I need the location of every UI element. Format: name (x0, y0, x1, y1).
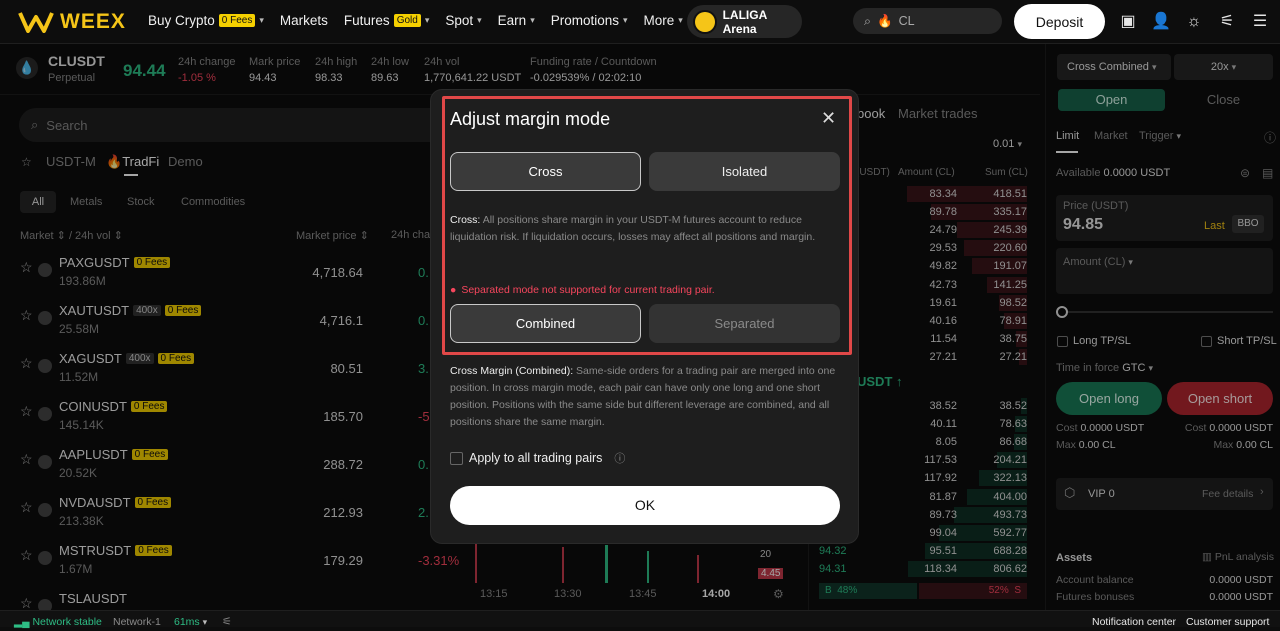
flame-icon: 🔥 (877, 13, 893, 28)
wallet-icon[interactable]: ▣ (1118, 12, 1138, 32)
chevron-down-icon: ▾ (259, 15, 264, 25)
adjust-margin-mode-dialog: Adjust margin mode ✕ Cross Isolated Cros… (430, 89, 859, 544)
signal-icon: ▂▄ (14, 616, 30, 628)
apply-all-checkbox[interactable]: Apply to all trading pairs ⓘ (450, 450, 625, 466)
info-icon[interactable]: ⓘ (614, 450, 625, 466)
nav-item-futures[interactable]: Futures Gold ▾ (344, 13, 429, 28)
position-separated-button[interactable]: Separated (649, 304, 840, 343)
status-bar: ▂▄ Network stable Network-1 61ms ▾ ⚟ Not… (0, 610, 1280, 628)
dialog-title: Adjust margin mode (450, 109, 611, 129)
deposit-button[interactable]: Deposit (1014, 4, 1105, 39)
network-status-text: Network stable (32, 616, 102, 628)
notification-center[interactable]: Notification center (1092, 616, 1176, 628)
nav-badge: Gold (393, 14, 421, 27)
search-icon: ⌕ (864, 13, 872, 28)
cross-description-label: Cross: (450, 214, 481, 226)
close-icon[interactable]: ✕ (821, 108, 836, 129)
combined-description: Cross Margin (Combined): Same-side order… (450, 363, 838, 431)
settings-sliders-icon[interactable]: ⚟ (1217, 12, 1237, 32)
nav-item-label: Earn (497, 13, 527, 28)
latency-value: 61ms (174, 616, 200, 628)
theme-sun-icon[interactable]: ☼ (1184, 12, 1204, 32)
combined-description-label: Cross Margin (Combined): (450, 365, 574, 377)
user-icon[interactable]: 👤 (1151, 12, 1171, 32)
checkbox-icon (450, 451, 463, 465)
network-status: ▂▄ Network stable (14, 616, 102, 628)
cross-description-text: All positions share margin in your USDT-… (450, 214, 816, 243)
chevron-down-icon: ▾ (202, 617, 208, 627)
network-latency[interactable]: 61ms ▾ (174, 616, 207, 628)
nav-item-label: Spot (445, 13, 474, 28)
separated-error: ● Separated mode not supported for curren… (450, 284, 715, 296)
nav-item-buy-crypto[interactable]: Buy Crypto 0 Fees ▾ (148, 13, 264, 28)
weex-logo-icon (18, 12, 54, 33)
nav-item-more[interactable]: More ▾ (644, 13, 683, 28)
nav-item-label: Markets (279, 13, 328, 28)
nav-item-markets[interactable]: Markets (280, 13, 328, 28)
chevron-down-icon: ▾ (530, 15, 535, 25)
chevron-down-icon: ▾ (623, 15, 628, 25)
network-node[interactable]: Network-1 (113, 616, 161, 628)
nav-item-earn[interactable]: Earn ▾ (498, 13, 535, 28)
nav-item-label: More (643, 13, 675, 28)
chevron-down-icon: ▾ (678, 15, 683, 25)
apply-all-label: Apply to all trading pairs (469, 451, 603, 465)
nav-item-label: Promotions (550, 13, 619, 28)
nav-badge: 0 Fees (218, 14, 256, 27)
separated-error-text: Separated mode not supported for current… (461, 284, 715, 296)
position-combined-button[interactable]: Combined (450, 304, 641, 343)
arena-label: LALIGA Arena (722, 7, 767, 36)
brand-logo[interactable]: WEEX (18, 10, 126, 34)
top-navigation: WEEX Buy Crypto 0 Fees ▾ Markets Futures Gold… (0, 0, 1280, 44)
top-search-value: CL (898, 14, 915, 28)
nav-item-label: Futures (343, 13, 390, 28)
nav-item-spot[interactable]: Spot ▾ (445, 13, 481, 28)
menu-icon[interactable]: ☰ (1250, 12, 1270, 32)
arena-ball-icon (693, 9, 717, 34)
brand-name: WEEX (60, 10, 126, 33)
nav-menu: Buy Crypto 0 Fees ▾ Markets Futures Gold ▾ Spot… (148, 13, 683, 28)
top-search-input[interactable]: ⌕ 🔥 CL (853, 8, 1002, 34)
laliga-arena-button[interactable]: LALIGA Arena (687, 5, 802, 38)
customer-support[interactable]: Customer support (1186, 616, 1269, 628)
chevron-down-icon: ▾ (477, 15, 482, 25)
cross-description: Cross: All positions share margin in you… (450, 212, 822, 246)
error-icon: ● (450, 284, 457, 296)
settings-sliders-icon[interactable]: ⚟ (222, 615, 232, 628)
nav-item-label: Buy Crypto (148, 13, 215, 28)
chevron-down-icon: ▾ (424, 15, 430, 25)
ok-button[interactable]: OK (450, 486, 840, 525)
mode-isolated-button[interactable]: Isolated (649, 152, 840, 191)
nav-item-promotions[interactable]: Promotions ▾ (551, 13, 628, 28)
mode-cross-button[interactable]: Cross (450, 152, 641, 191)
